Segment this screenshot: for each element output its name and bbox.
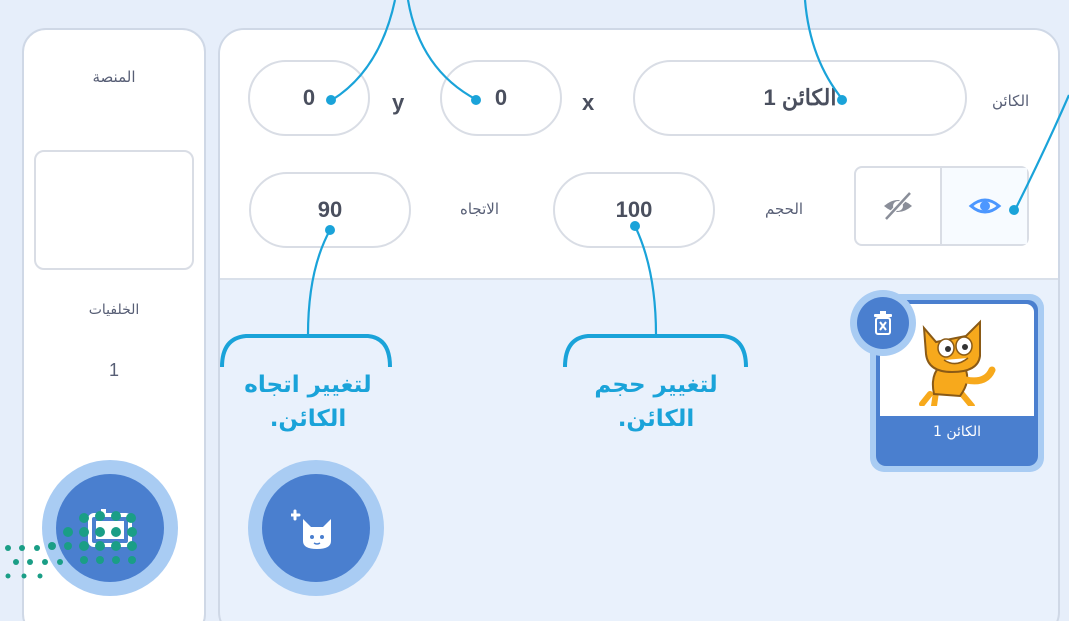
sprite-name-value: الكائن 1 bbox=[763, 85, 837, 110]
add-sprite-button[interactable] bbox=[248, 460, 384, 596]
size-pointer-dot bbox=[630, 221, 640, 231]
x-position-field[interactable]: 0 bbox=[440, 60, 562, 136]
y-position-field[interactable]: 0 bbox=[248, 60, 370, 136]
eye-icon bbox=[968, 198, 1001, 214]
size-callout: لتغيير حجم الكائن. bbox=[594, 372, 718, 432]
x-pointer-dot bbox=[471, 95, 481, 105]
trash-icon bbox=[874, 311, 892, 335]
direction-callout: لتغيير اتجاه الكائن. bbox=[244, 372, 372, 432]
size-label: الحجم bbox=[765, 200, 804, 218]
direction-pointer-dot bbox=[325, 225, 335, 235]
stage-thumbnail[interactable] bbox=[34, 150, 194, 270]
y-pointer-dot bbox=[326, 95, 336, 105]
eye-pointer-dot bbox=[1009, 205, 1019, 215]
scratch-cat-icon bbox=[919, 319, 996, 406]
hide-button[interactable] bbox=[856, 168, 942, 244]
size-field[interactable]: 100 bbox=[553, 172, 715, 248]
direction-value: 90 bbox=[317, 197, 343, 222]
size-value: 100 bbox=[615, 197, 653, 222]
direction-field[interactable]: 90 bbox=[249, 172, 411, 248]
sprite-name-field[interactable]: الكائن 1 bbox=[633, 60, 967, 136]
backdrops-count: 1 bbox=[108, 360, 119, 380]
y-value: 0 bbox=[302, 85, 316, 110]
delete-sprite-button[interactable] bbox=[850, 290, 916, 356]
stage-title: المنصة bbox=[92, 68, 136, 86]
dots-logo bbox=[5, 511, 137, 579]
backdrops-label: الخلفيات bbox=[88, 302, 140, 318]
visibility-toggle[interactable] bbox=[854, 166, 1029, 246]
name-pointer-dot bbox=[837, 95, 847, 105]
x-label: x bbox=[582, 90, 595, 115]
sprite-tile-name: الكائن 1 bbox=[932, 424, 982, 440]
sprite-name-label: الكائن bbox=[992, 92, 1030, 110]
x-value: 0 bbox=[494, 85, 508, 110]
direction-label: الاتجاه bbox=[460, 200, 500, 218]
eye-slash-icon bbox=[884, 191, 912, 221]
cat-plus-icon bbox=[291, 509, 331, 549]
y-label: y bbox=[392, 90, 405, 115]
